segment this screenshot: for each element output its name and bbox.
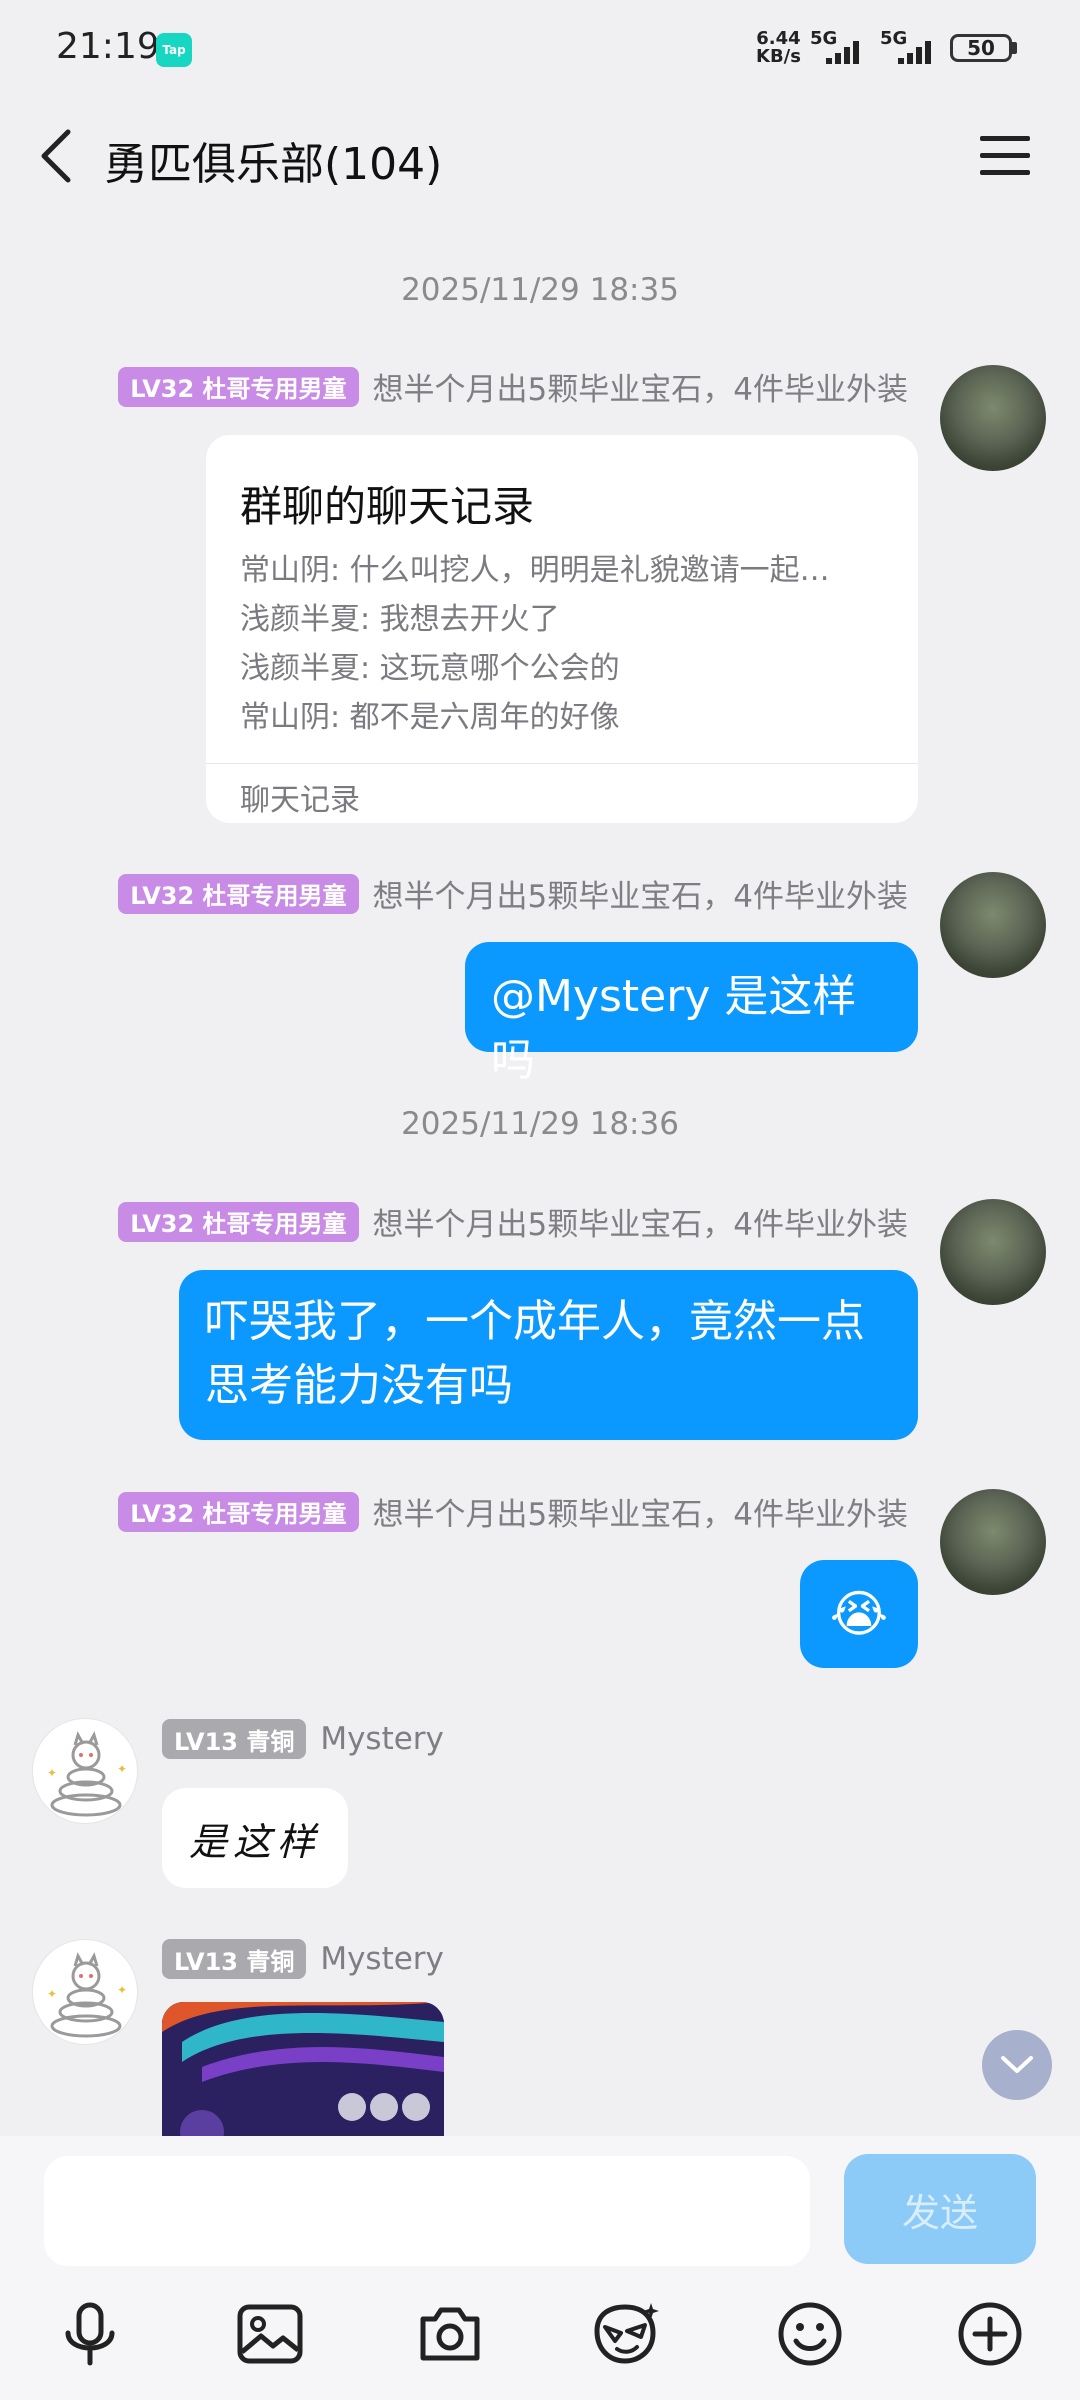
scroll-to-bottom-button[interactable] <box>982 2030 1052 2100</box>
level-badge: LV32 杜哥专用男童 <box>118 873 359 914</box>
svg-text:✦: ✦ <box>117 1762 127 1776</box>
message-bubble[interactable]: @Mystery 是这样吗 <box>465 942 918 1086</box>
microphone-icon <box>65 2302 115 2366</box>
avatar[interactable] <box>940 872 1046 978</box>
avatar[interactable] <box>940 1489 1046 1595</box>
svg-text:✦: ✦ <box>47 1987 57 2001</box>
sender-name: 想半个月出5颗毕业宝石，4件毕业外装 <box>372 372 908 408</box>
chat-record-card[interactable]: 群聊的聊天记录 常山阴: 什么叫挖人，明明是礼貌邀请一起… 浅颜半夏: 我想去开… <box>206 435 918 823</box>
message-line: 思考能力没有吗 <box>205 1360 513 1411</box>
level-badge: LV32 杜哥专用男童 <box>118 1491 359 1532</box>
back-arrow-icon[interactable] <box>36 126 76 186</box>
signal-bars-icon <box>826 41 859 64</box>
more-button[interactable] <box>954 2298 1026 2370</box>
image-icon <box>237 2304 303 2364</box>
signal-bars-icon <box>898 41 931 64</box>
message-text: 是这样 <box>188 1819 321 1864</box>
message-timestamp: 2025/11/29 18:35 <box>401 272 679 308</box>
plus-icon <box>958 2302 1022 2366</box>
chevron-down-icon <box>1001 2056 1033 2073</box>
card-divider <box>206 763 918 764</box>
snake-avatar-icon: ✦ ✦ <box>47 1952 127 2038</box>
card-line: 浅颜半夏: 这玩意哪个公会的 <box>240 651 620 686</box>
tap-app-icon: Tap <box>156 33 192 67</box>
battery-tip <box>1012 42 1017 54</box>
message-bubble[interactable]: 吓哭我了，一个成年人，竟然一点 思考能力没有吗 <box>179 1270 918 1440</box>
screenshot-thumbnail-icon <box>162 2002 444 2136</box>
avatar[interactable] <box>940 1199 1046 1305</box>
sender-meta: LV32 杜哥专用男童 想半个月出5颗毕业宝石，4件毕业外装 <box>118 1489 908 1534</box>
menu-icon[interactable] <box>980 134 1030 178</box>
level-badge: LV32 杜哥专用男童 <box>118 366 359 407</box>
battery-indicator: 50 <box>950 34 1012 62</box>
network-speed: 6.44 KB/s <box>756 30 801 66</box>
send-button[interactable]: 发送 <box>844 2154 1036 2264</box>
sender-name: 想半个月出5颗毕业宝石，4件毕业外装 <box>372 1207 908 1243</box>
emoji-message-bubble[interactable]: 😭 <box>800 1560 918 1668</box>
level-badge: LV13 青铜 <box>162 1939 307 1979</box>
status-time: 21:19 <box>56 26 160 67</box>
sender-meta: LV32 杜哥专用男童 想半个月出5颗毕业宝石，4件毕业外装 <box>118 1199 908 1244</box>
sender-meta: LV32 杜哥专用男童 想半个月出5颗毕业宝石，4件毕业外装 <box>118 871 908 916</box>
sticker-icon <box>594 2303 659 2364</box>
svg-text:✦: ✦ <box>47 1766 57 1780</box>
network-speed-unit: KB/s <box>756 46 801 67</box>
chat-title: 勇匹俱乐部(104) <box>104 139 443 190</box>
emoji-button[interactable] <box>774 2298 846 2370</box>
camera-icon <box>420 2307 480 2361</box>
sender-name: Mystery <box>320 1941 444 1977</box>
sender-name: 想半个月出5颗毕业宝石，4件毕业外装 <box>372 1497 908 1533</box>
camera-button[interactable] <box>414 2298 486 2370</box>
sticker-button[interactable] <box>590 2298 662 2370</box>
sender-meta: LV13 青铜 Mystery <box>162 1719 444 1759</box>
message-bubble[interactable]: 是这样 <box>162 1788 348 1888</box>
level-badge: LV32 杜哥专用男童 <box>118 1201 359 1242</box>
message-line: 吓哭我了，一个成年人，竟然一点 <box>205 1296 865 1347</box>
card-title: 群聊的聊天记录 <box>240 482 535 531</box>
card-footer: 聊天记录 <box>240 783 360 818</box>
sender-name: 想半个月出5颗毕业宝石，4件毕业外装 <box>372 879 908 915</box>
microphone-button[interactable] <box>54 2298 126 2370</box>
image-message[interactable] <box>162 2002 444 2136</box>
snake-avatar-icon: ✦ ✦ <box>47 1731 127 1817</box>
card-line: 常山阴: 都不是六周年的好像 <box>240 700 620 735</box>
svg-text:✦: ✦ <box>117 1983 127 1997</box>
message-timestamp: 2025/11/29 18:36 <box>401 1106 679 1142</box>
image-button[interactable] <box>234 2298 306 2370</box>
avatar[interactable]: ✦ ✦ <box>32 1939 138 2045</box>
sender-meta: LV13 青铜 Mystery <box>162 1939 444 1979</box>
crying-emoji-icon: 😭 <box>829 1585 889 1643</box>
sender-meta: LV32 杜哥专用男童 想半个月出5颗毕业宝石，4件毕业外装 <box>118 364 908 409</box>
level-badge: LV13 青铜 <box>162 1719 307 1759</box>
message-input[interactable] <box>44 2156 810 2266</box>
sender-name: Mystery <box>320 1721 444 1757</box>
card-line: 常山阴: 什么叫挖人，明明是礼貌邀请一起… <box>240 553 830 588</box>
emoji-icon <box>778 2302 842 2366</box>
avatar[interactable]: ✦ ✦ <box>32 1718 138 1824</box>
avatar[interactable] <box>940 365 1046 471</box>
card-line: 浅颜半夏: 我想去开火了 <box>240 602 560 637</box>
